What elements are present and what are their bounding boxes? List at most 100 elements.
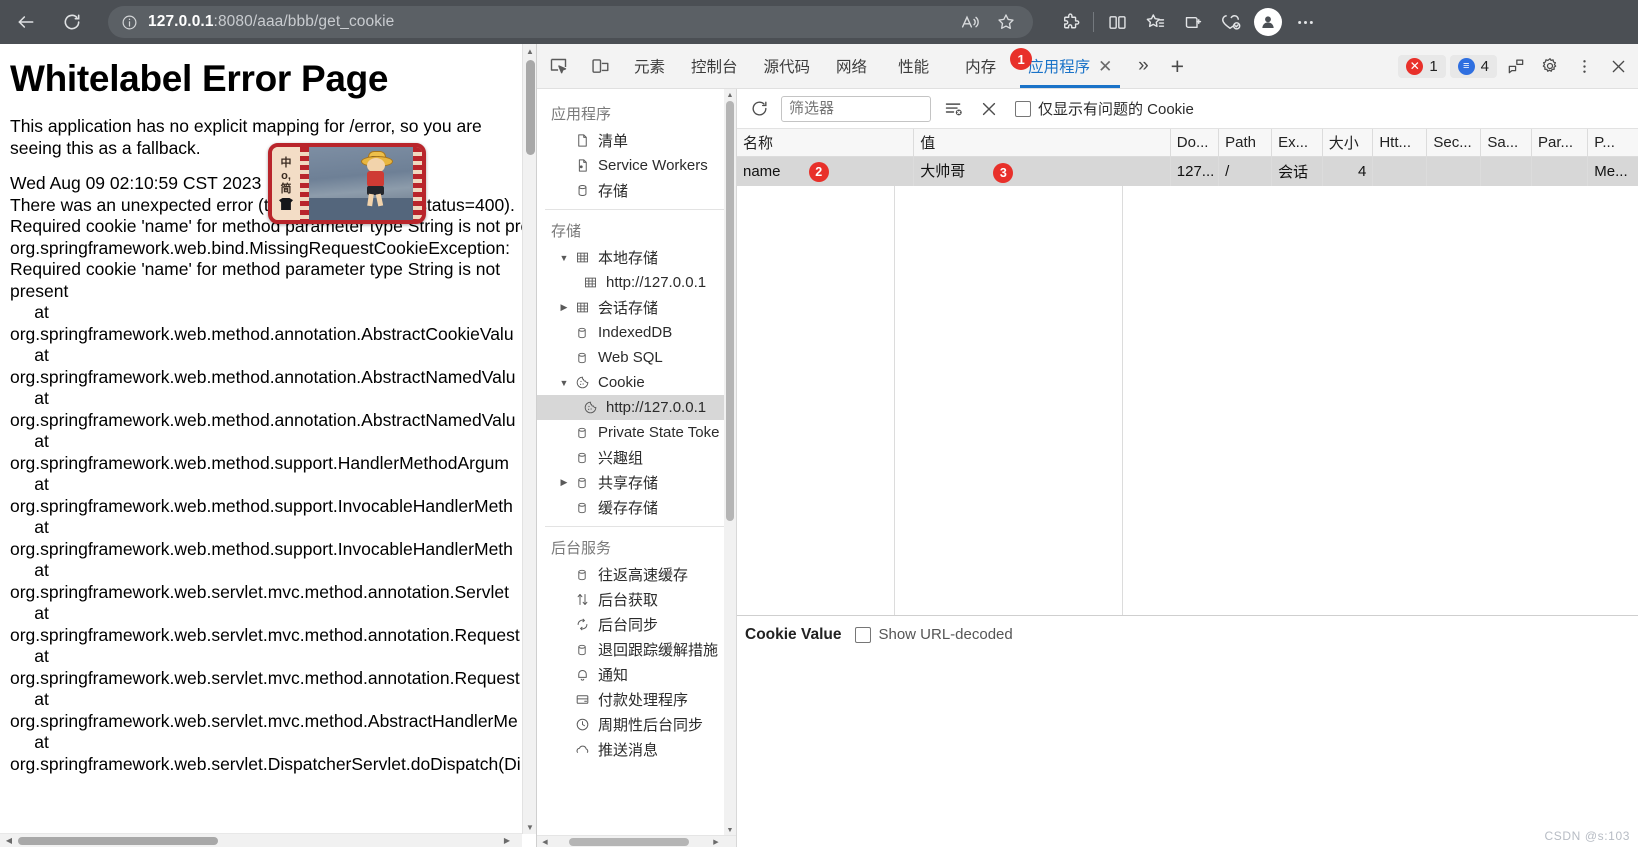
gear-icon[interactable] (1535, 51, 1565, 81)
sidebar-item-notifications[interactable]: ▶ 通知 (537, 662, 736, 687)
cell-expires[interactable]: 会话 (1271, 156, 1323, 186)
page-vscroll-thumb[interactable] (526, 60, 535, 155)
scroll-up-arrow-icon[interactable]: ▲ (523, 44, 537, 58)
device-toolbar-icon[interactable] (579, 49, 621, 83)
column-header-httponly[interactable]: Htt... (1372, 129, 1428, 157)
split-screen-icon[interactable] (1098, 6, 1136, 38)
refresh-icon[interactable] (745, 95, 773, 123)
scroll-right-arrow-icon[interactable]: ▶ (500, 834, 514, 847)
site-info-icon[interactable] (118, 11, 140, 33)
sidebar-vscroll-thumb[interactable] (726, 101, 734, 521)
only-problematic-cookies-checkbox[interactable]: 仅显示有问题的 Cookie (1015, 98, 1194, 119)
page-horizontal-scrollbar[interactable]: ◀ ▶ (0, 833, 522, 847)
sidebar-horizontal-scrollbar[interactable]: ◀ ▶ (537, 835, 736, 847)
inspect-element-icon[interactable] (537, 49, 579, 83)
column-header-size[interactable]: 大小 (1322, 129, 1374, 157)
column-header-value[interactable]: 值 (913, 129, 1171, 157)
tab-sources[interactable]: 源代码 (751, 44, 824, 88)
sidebar-item-periodic-background-sync[interactable]: ▶ 周期性后台同步 (537, 712, 736, 737)
read-aloud-icon[interactable] (953, 7, 987, 37)
sidebar-vertical-scrollbar[interactable]: ▲ ▼ (724, 89, 736, 836)
close-tab-icon[interactable]: ✕ (1098, 58, 1112, 75)
sidebar-item-cookie-origin[interactable]: http://127.0.0.1 (537, 395, 736, 420)
clear-filtered-cookies-icon[interactable] (939, 95, 967, 123)
sidebar-item-background-fetch[interactable]: ▶ 后台获取 (537, 587, 736, 612)
column-header-path[interactable]: Path (1218, 129, 1273, 157)
sidebar-scroll-right-icon[interactable]: ▶ (710, 836, 722, 847)
add-tab-icon[interactable]: + (1160, 49, 1194, 83)
cell-partition-key[interactable] (1531, 156, 1589, 186)
sidebar-hscroll-thumb[interactable] (569, 838, 689, 846)
cell-domain[interactable]: 127... (1170, 156, 1220, 186)
cookie-value-body[interactable] (737, 653, 1638, 847)
sidebar-scroll-left-icon[interactable]: ◀ (539, 836, 551, 847)
sidebar-item-local-storage-origin[interactable]: http://127.0.0.1 (537, 270, 736, 295)
clear-all-cookies-icon[interactable] (975, 95, 1003, 123)
cell-priority[interactable]: Me... (1587, 156, 1638, 186)
address-bar[interactable]: 127.0.0.1:8080/aaa/bbb/get_cookie (108, 6, 1033, 38)
error-count-badge[interactable]: ✕ 1 (1398, 54, 1446, 78)
tab-network[interactable]: 网络 (823, 44, 880, 88)
cell-secure[interactable] (1426, 156, 1482, 186)
cell-name[interactable]: name 2 (737, 156, 915, 186)
collections-icon[interactable] (1136, 6, 1174, 38)
sidebar-item-web-sql[interactable]: ▶ Web SQL (537, 345, 736, 370)
column-header-domain[interactable]: Do... (1170, 129, 1220, 157)
floating-image-widget[interactable]: 中 o, 简 (268, 143, 426, 224)
tab-memory[interactable]: 内存 (947, 44, 1014, 88)
cell-samesite[interactable] (1480, 156, 1533, 186)
checkbox-box[interactable] (855, 626, 872, 643)
profile-avatar[interactable] (1254, 8, 1282, 36)
twisty-closed-icon[interactable]: ▶ (557, 477, 571, 488)
tab-performance[interactable]: 性能 (880, 44, 947, 88)
sidebar-item-push-messaging[interactable]: ▶ 推送消息 (537, 737, 736, 762)
sidebar-item-bounce-tracking-mitigations[interactable]: ▶ 退回跟踪缓解措施 (537, 637, 736, 662)
browser-essentials-icon[interactable] (1174, 6, 1212, 38)
tab-application[interactable]: 1 应用程序 ✕ (1010, 44, 1126, 88)
column-header-priority[interactable]: P... (1587, 129, 1638, 157)
sidebar-item-manifest[interactable]: ▶ 清单 (537, 128, 736, 153)
sidebar-item-cookie[interactable]: ▼ Cookie (537, 370, 736, 395)
column-header-secure[interactable]: Sec... (1426, 129, 1482, 157)
settings-and-more-icon[interactable] (1286, 6, 1324, 38)
cell-httponly[interactable] (1372, 156, 1428, 186)
page-hscroll-thumb[interactable] (18, 837, 218, 845)
copilot-icon[interactable] (1212, 6, 1250, 38)
sidebar-item-shared-storage[interactable]: ▶ 共享存储 (537, 470, 736, 495)
tab-console[interactable]: 控制台 (678, 44, 751, 88)
cell-path[interactable]: / (1218, 156, 1273, 186)
twisty-closed-icon[interactable]: ▶ (557, 302, 571, 313)
scroll-down-arrow-icon[interactable]: ▼ (523, 820, 537, 834)
dock-side-icon[interactable] (1569, 51, 1599, 81)
cell-size[interactable]: 4 (1322, 156, 1374, 186)
checkbox-box[interactable] (1015, 100, 1031, 117)
column-header-partition-key[interactable]: Par... (1531, 129, 1589, 157)
sidebar-item-storage[interactable]: ▶ 存储 (537, 178, 736, 203)
column-header-name[interactable]: 名称 (737, 129, 915, 157)
sidebar-item-local-storage[interactable]: ▼ 本地存储 (537, 245, 736, 270)
sidebar-item-session-storage[interactable]: ▶ 会话存储 (537, 295, 736, 320)
add-favorite-icon[interactable] (989, 7, 1023, 37)
sidebar-item-back-forward-cache[interactable]: ▶ 往返高速缓存 (537, 562, 736, 587)
sidebar-item-indexeddb[interactable]: ▶ IndexedDB (537, 320, 736, 345)
cell-value[interactable]: 大帅哥 3 (913, 156, 1171, 186)
sidebar-item-payment-handler[interactable]: ▶ 付款处理程序 (537, 687, 736, 712)
customize-devtools-icon[interactable] (1501, 51, 1531, 81)
sidebar-item-interest-groups[interactable]: ▶ 兴趣组 (537, 445, 736, 470)
table-row[interactable]: name 2 大帅哥 3 127... / 会话 4 Me... (737, 156, 1638, 186)
sidebar-item-background-sync[interactable]: ▶ 后台同步 (537, 612, 736, 637)
page-vertical-scrollbar[interactable]: ▲ ▼ (522, 44, 537, 834)
more-tabs-icon[interactable]: » (1126, 49, 1160, 83)
sidebar-item-service-workers[interactable]: ▶ Service Workers (537, 153, 736, 178)
back-button[interactable] (6, 6, 46, 38)
scroll-left-arrow-icon[interactable]: ◀ (2, 834, 16, 847)
sidebar-item-private-state-tokens[interactable]: ▶ Private State Toke (537, 420, 736, 445)
message-count-badge[interactable]: ≡ 4 (1449, 54, 1497, 78)
twisty-open-icon[interactable]: ▼ (557, 253, 571, 263)
close-devtools-icon[interactable] (1603, 51, 1633, 81)
reload-button[interactable] (52, 6, 92, 38)
column-header-samesite[interactable]: Sa... (1480, 129, 1533, 157)
tab-elements[interactable]: 元素 (621, 44, 678, 88)
sidebar-scroll-up-icon[interactable]: ▲ (724, 89, 736, 101)
column-header-expires[interactable]: Ex... (1271, 129, 1323, 157)
